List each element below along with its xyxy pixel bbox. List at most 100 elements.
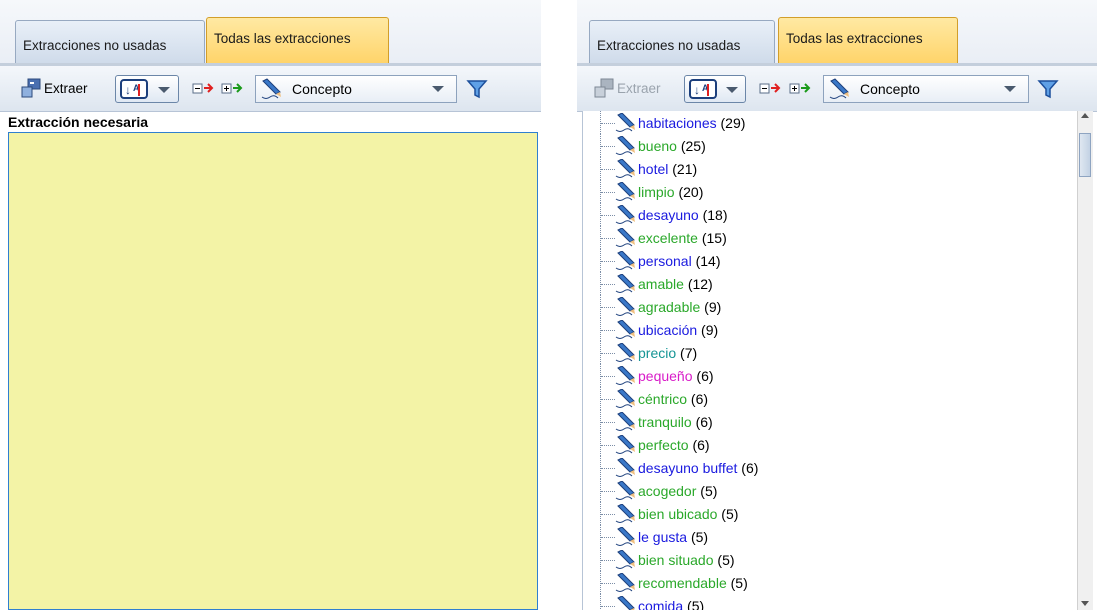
concept-count: (5) (690, 529, 709, 545)
concept-row[interactable]: perfecto (6) (583, 433, 1063, 456)
concept-term: tranquilo (638, 414, 692, 430)
sort-icon: ↓ A (689, 79, 738, 99)
concept-pencil-icon (615, 504, 635, 523)
concept-count: (9) (704, 299, 722, 315)
concept-label: perfecto (6) (638, 437, 710, 453)
collapse-all-button[interactable] (192, 80, 214, 98)
concept-row[interactable]: recomendable (5) (583, 571, 1063, 594)
filter-icon (1037, 80, 1059, 99)
concept-row[interactable]: limpio (20) (583, 180, 1063, 203)
concept-tree[interactable]: habitaciones (29) bueno (25) hotel (21) lim… (583, 111, 1073, 610)
sort-dropdown[interactable]: ↓ A (115, 75, 179, 103)
scroll-up-icon[interactable] (1081, 113, 1089, 118)
concept-row[interactable]: excelente (15) (583, 226, 1063, 249)
concept-row[interactable]: precio (7) (583, 341, 1063, 364)
tree-connector (601, 399, 615, 400)
concept-pencil-icon (615, 274, 635, 293)
scroll-down-icon[interactable] (1081, 601, 1089, 606)
tree-connector (601, 583, 615, 584)
concept-label: desayuno buffet (6) (638, 460, 758, 476)
scrollbar-thumb[interactable] (1079, 133, 1091, 177)
expand-all-button[interactable] (789, 80, 811, 98)
concept-count: (29) (720, 115, 746, 131)
concept-label: acogedor (5) (638, 483, 717, 499)
extract-icon (21, 78, 41, 98)
concept-label: precio (7) (638, 345, 697, 361)
tree-connector (601, 123, 615, 124)
concept-term: pequeño (638, 368, 693, 384)
concept-term: agradable (638, 299, 701, 315)
tab-bar: Extracciones no usadas Todas las extracc… (0, 0, 541, 66)
concept-row[interactable]: hotel (21) (583, 157, 1063, 180)
concept-row[interactable]: bien ubicado (5) (583, 502, 1063, 525)
tree-connector (601, 376, 615, 377)
concept-row[interactable]: céntrico (6) (583, 387, 1063, 410)
tree-connector (601, 514, 615, 515)
tree-connector (601, 307, 615, 308)
required-extraction-heading: Extracción necesaria (8, 114, 149, 130)
concept-row[interactable]: desayuno (18) (583, 203, 1063, 226)
concept-pencil-icon (615, 366, 635, 385)
concept-row[interactable]: personal (14) (583, 249, 1063, 272)
concept-row[interactable]: bueno (25) (583, 134, 1063, 157)
extract-button[interactable]: Extraer (593, 77, 661, 99)
tree-connector (601, 445, 615, 446)
concept-type-value: Concepto (860, 81, 920, 97)
concept-row[interactable]: bien situado (5) (583, 548, 1063, 571)
concept-count: (5) (700, 483, 718, 499)
vertical-scrollbar[interactable] (1077, 111, 1093, 610)
right-panel: Extracciones no usadas Todas las extracc… (577, 0, 1097, 610)
concept-label: recomendable (5) (638, 575, 748, 591)
expand-all-button[interactable] (221, 80, 243, 98)
concept-label: agradable (9) (638, 299, 721, 315)
concept-label: bien situado (5) (638, 552, 735, 568)
tab-unused-extractions[interactable]: Extracciones no usadas (15, 20, 205, 63)
concept-label: desayuno (18) (638, 207, 728, 223)
concept-row[interactable]: desayuno buffet (6) (583, 456, 1063, 479)
collapse-all-button[interactable] (759, 80, 781, 98)
tree-connector (601, 353, 615, 354)
concept-type-select[interactable]: Concepto (823, 75, 1029, 103)
extract-button[interactable]: Extraer (20, 77, 88, 99)
concept-label: le gusta (5) (638, 529, 708, 545)
filter-button[interactable] (1037, 78, 1059, 100)
expand-all-icon (221, 83, 243, 94)
concept-pencil-icon (615, 527, 635, 546)
concept-count: (5) (730, 575, 748, 591)
concept-term: desayuno (638, 207, 699, 223)
extraction-area[interactable] (8, 132, 538, 610)
concept-row[interactable]: le gusta (5) (583, 525, 1063, 548)
tree-connector (601, 215, 615, 216)
concept-row[interactable]: amable (12) (583, 272, 1063, 295)
tab-unused-extractions[interactable]: Extracciones no usadas (589, 20, 775, 63)
concept-count: (6) (695, 414, 713, 430)
tab-all-extractions[interactable]: Todas las extracciones (206, 17, 389, 63)
tab-all-extractions[interactable]: Todas las extracciones (778, 17, 958, 63)
concept-term: limpio (638, 184, 675, 200)
concept-row[interactable]: habitaciones (29) (583, 111, 1063, 134)
concept-row[interactable]: ubicación (9) (583, 318, 1063, 341)
concept-term: precio (638, 345, 677, 361)
concept-pencil-icon (615, 435, 635, 454)
concept-row[interactable]: acogedor (5) (583, 479, 1063, 502)
collapse-all-icon (759, 83, 781, 94)
concept-label: céntrico (6) (638, 391, 708, 407)
concept-row[interactable]: comida (5) (583, 594, 1063, 610)
concept-pencil-icon (615, 228, 635, 247)
tree-connector (601, 491, 615, 492)
concept-pencil-icon (615, 389, 635, 408)
concept-row[interactable]: agradable (9) (583, 295, 1063, 318)
concept-count: (5) (717, 552, 735, 568)
sort-dropdown[interactable]: ↓ A (684, 75, 746, 103)
concept-type-select[interactable]: Concepto (255, 75, 457, 103)
concept-row[interactable]: tranquilo (6) (583, 410, 1063, 433)
concept-term: desayuno buffet (638, 460, 738, 476)
concept-pencil-icon (615, 412, 635, 431)
concept-pencil-icon (615, 182, 635, 201)
filter-button[interactable] (466, 78, 488, 100)
concept-label: hotel (21) (638, 161, 697, 177)
concept-term: amable (638, 276, 684, 292)
concept-row[interactable]: pequeño (6) (583, 364, 1063, 387)
chevron-down-icon (1004, 86, 1016, 92)
collapse-all-icon (192, 83, 214, 94)
